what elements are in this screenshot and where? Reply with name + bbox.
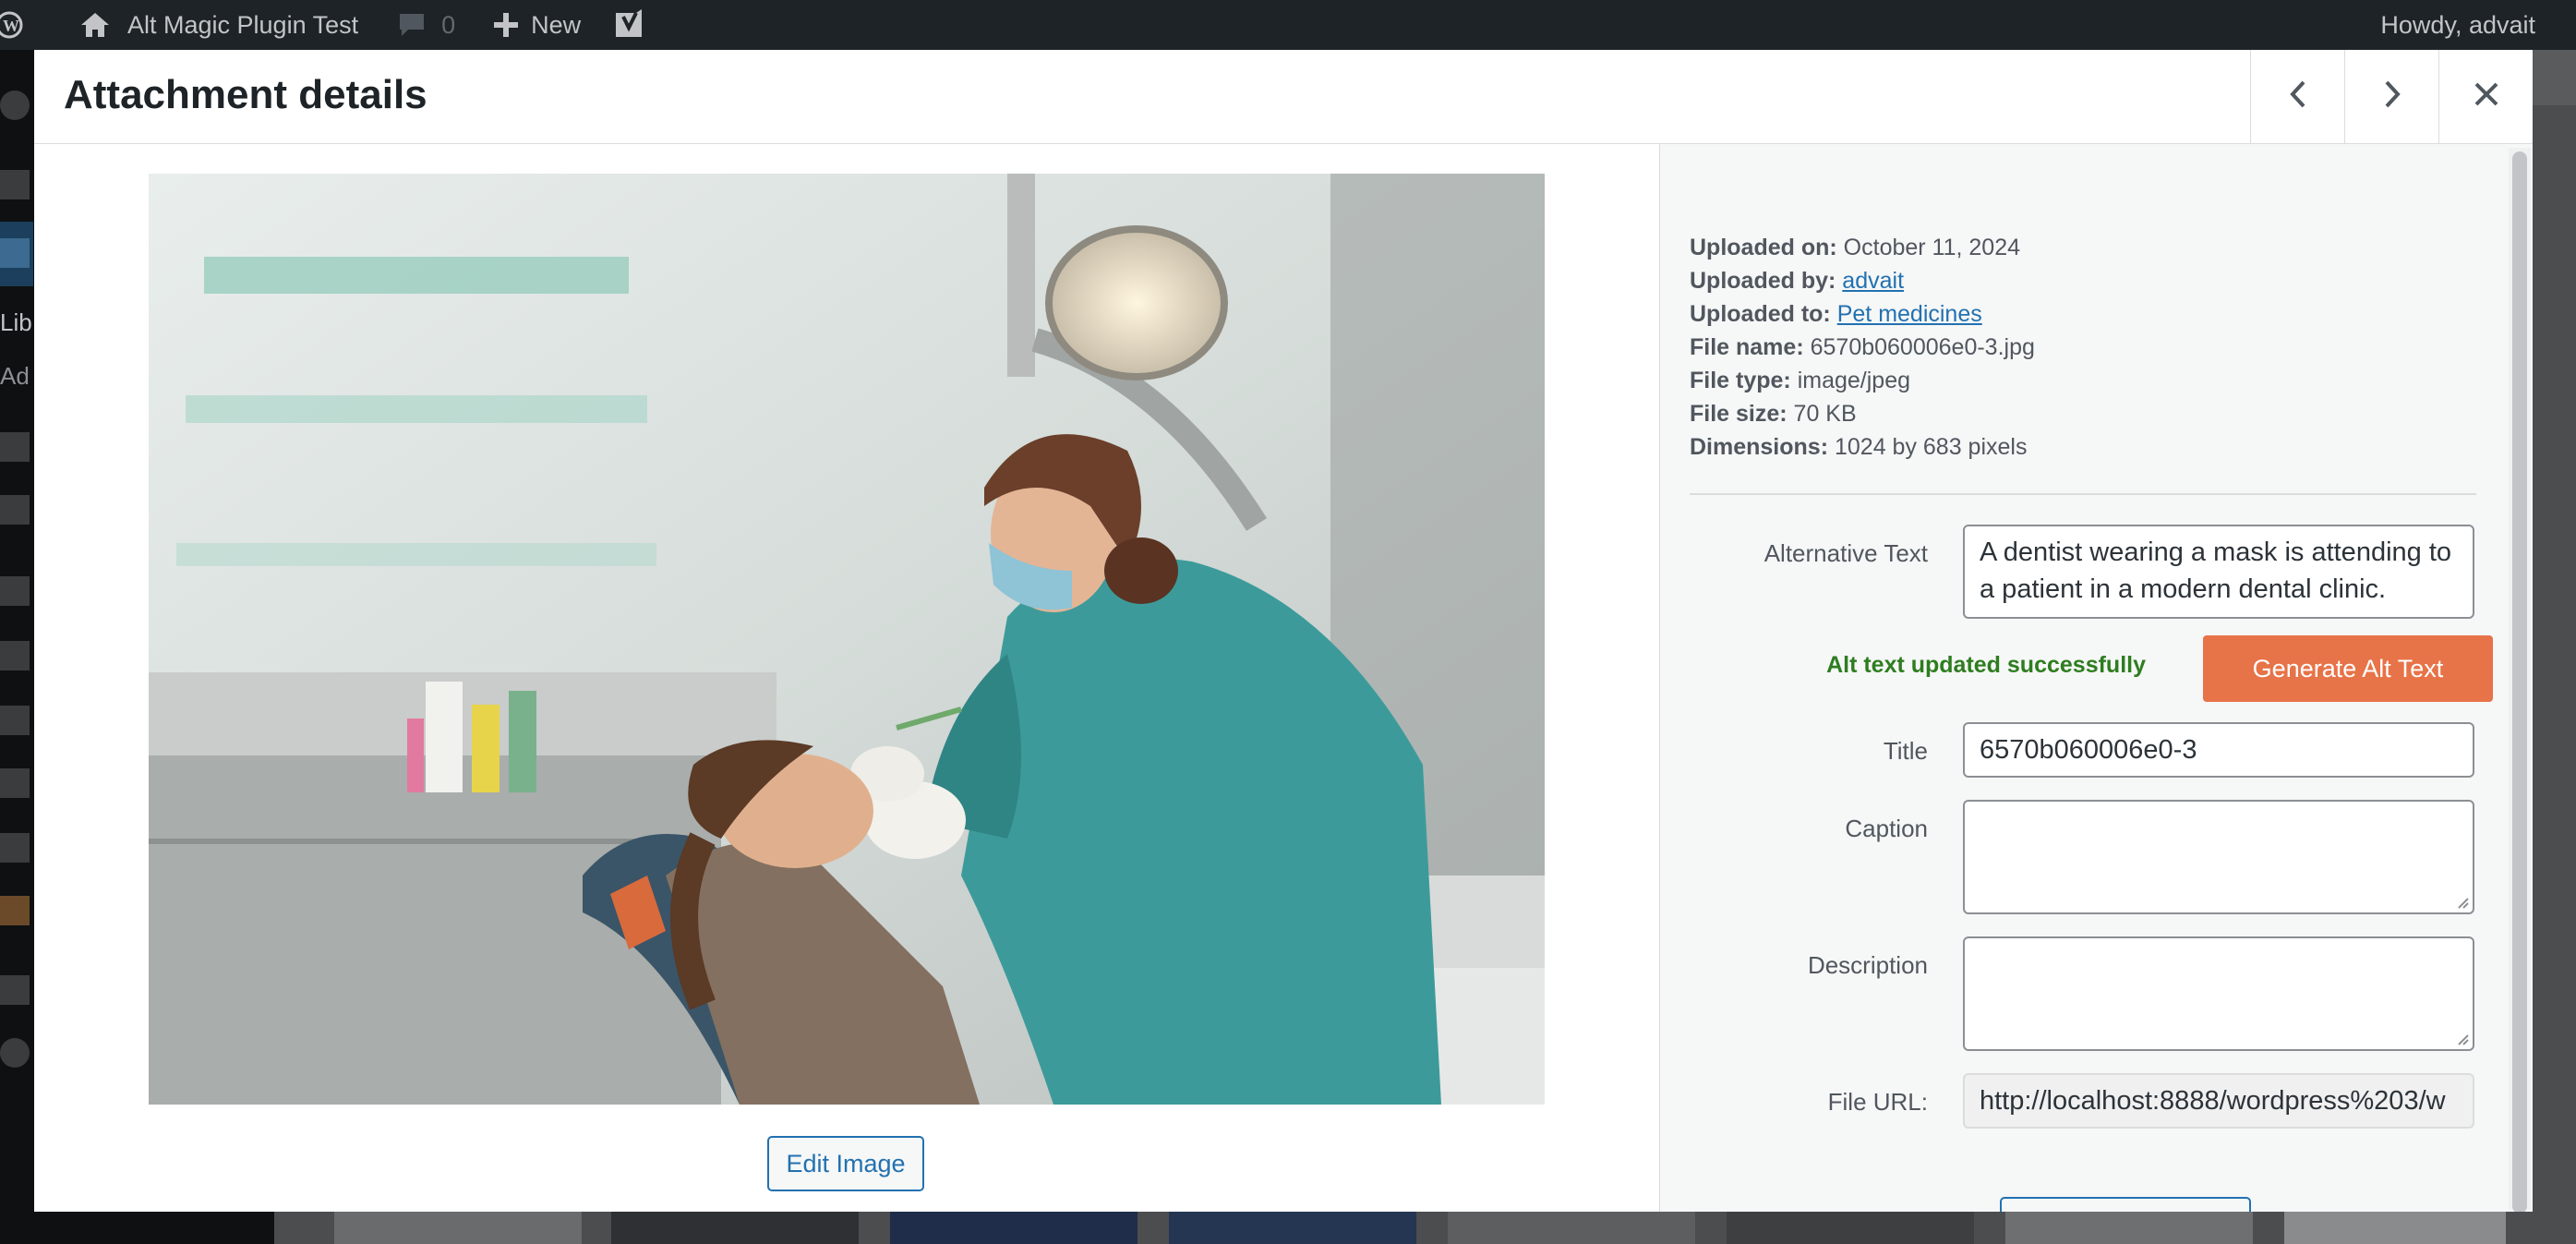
background-thumbnail	[2284, 1210, 2506, 1244]
home-icon	[79, 11, 111, 39]
pin-icon[interactable]	[0, 170, 30, 199]
alt-text-label: Alternative Text	[1763, 539, 1928, 567]
next-button[interactable]	[2344, 50, 2438, 143]
yoast-icon	[612, 9, 645, 41]
description-label: Description	[1807, 951, 1928, 979]
file-size-row: File size: 70 KB	[1690, 397, 2035, 430]
modal-header: Attachment details	[34, 50, 2533, 144]
uploaded-on-row: Uploaded on: October 11, 2024	[1690, 231, 2035, 264]
background-thumbnail	[2005, 1210, 2253, 1244]
title-label: Title	[1883, 737, 1928, 765]
copy-url-button[interactable]: Copy URL to clipboard	[2000, 1197, 2251, 1212]
background-thumbnail	[334, 1210, 582, 1244]
uploaded-to-label: Uploaded to:	[1690, 301, 1831, 327]
svg-text:W: W	[3, 17, 19, 35]
background-thumbnail	[890, 1210, 1138, 1244]
file-size-value: 70 KB	[1793, 401, 1857, 427]
uploaded-by-label: Uploaded by:	[1690, 268, 1836, 294]
background-thumbnail	[1448, 1210, 1695, 1244]
title-field[interactable]: 6570b060006e0-3	[1963, 722, 2474, 778]
background-thumbnail	[1727, 1210, 1974, 1244]
comments-link[interactable]: 0	[384, 0, 468, 50]
close-icon	[2473, 80, 2500, 113]
generate-alt-text-button[interactable]: Generate Alt Text	[2203, 635, 2493, 702]
chevron-right-icon	[2381, 79, 2403, 115]
section-divider	[1690, 493, 2476, 495]
file-name-row: File name: 6570b060006e0-3.jpg	[1690, 331, 2035, 364]
file-size-label: File size:	[1690, 401, 1788, 427]
close-button[interactable]	[2438, 50, 2533, 143]
comments-icon[interactable]	[0, 495, 30, 525]
uploaded-by-row: Uploaded by: advait	[1690, 264, 2035, 297]
plus-icon	[494, 13, 519, 37]
modal-title: Attachment details	[64, 72, 427, 117]
scrollbar-thumb[interactable]	[2512, 151, 2527, 1212]
attachment-image	[149, 174, 1545, 1105]
uploaded-on-label: Uploaded on:	[1690, 235, 1837, 260]
collapse-menu-icon[interactable]	[0, 1038, 30, 1068]
resize-handle-icon[interactable]	[2456, 896, 2469, 909]
site-home-link[interactable]: Alt Magic Plugin Test	[42, 0, 371, 50]
new-content-link[interactable]: New	[481, 0, 594, 50]
yoast-sidebar-icon[interactable]	[0, 975, 30, 1005]
media-icon[interactable]	[0, 238, 30, 268]
file-url-field[interactable]: http://localhost:8888/wordpress%203/w	[1963, 1073, 2474, 1129]
uploaded-to-link[interactable]: Pet medicines	[1837, 301, 1982, 327]
file-url-label: File URL:	[1827, 1088, 1928, 1116]
appearance-icon[interactable]	[0, 576, 30, 606]
settings-icon[interactable]	[0, 833, 30, 863]
uploaded-by-link[interactable]: advait	[1842, 268, 1904, 294]
wordpress-logo-icon[interactable]: W	[0, 0, 42, 50]
caption-field[interactable]	[1963, 800, 2474, 914]
plugin-icon[interactable]	[0, 896, 30, 925]
file-name-label: File name:	[1690, 334, 1804, 360]
previous-button[interactable]	[2250, 50, 2344, 143]
site-name: Alt Magic Plugin Test	[127, 10, 359, 39]
sidebar-item-library[interactable]: Lib	[0, 308, 32, 337]
resize-handle-icon[interactable]	[2456, 1033, 2469, 1045]
pages-icon[interactable]	[0, 432, 30, 462]
file-type-row: File type: image/jpeg	[1690, 364, 2035, 397]
plugins-icon[interactable]	[0, 641, 30, 670]
uploaded-on-value: October 11, 2024	[1843, 235, 2021, 260]
file-details: Uploaded on: October 11, 2024 Uploaded b…	[1690, 231, 2035, 464]
comment-bubble-icon	[397, 11, 427, 39]
attachment-info-panel: Uploaded on: October 11, 2024 Uploaded b…	[1659, 144, 2533, 1212]
details-scrollbar[interactable]	[2509, 148, 2531, 1212]
comments-count: 0	[441, 10, 456, 39]
background-thumbnail	[611, 1210, 859, 1244]
attachment-details-modal: Attachment details Edit Image Uploaded o…	[34, 50, 2533, 1212]
alt-text-success-message: Alt text updated successfully	[1826, 652, 2146, 678]
yoast-menu[interactable]	[599, 0, 658, 50]
admin-bar: W Alt Magic Plugin Test 0 New Howdy, adv…	[0, 0, 2576, 50]
background-thumbnail	[1169, 1210, 1416, 1244]
my-account[interactable]: Howdy, advait	[2380, 0, 2535, 50]
users-icon[interactable]	[0, 706, 30, 735]
uploaded-to-row: Uploaded to: Pet medicines	[1690, 297, 2035, 331]
alt-text-field[interactable]: A dentist wearing a mask is attending to…	[1963, 525, 2474, 619]
edit-image-button[interactable]: Edit Image	[767, 1136, 924, 1191]
tools-icon[interactable]	[0, 768, 30, 798]
attachment-media-view: Edit Image	[34, 144, 1659, 1212]
dimensions-value: 1024 by 683 pixels	[1834, 434, 2028, 460]
dimensions-label: Dimensions:	[1690, 434, 1829, 460]
chevron-left-icon	[2287, 79, 2309, 115]
greeting: Howdy, advait	[2380, 10, 2535, 39]
new-label: New	[531, 10, 582, 39]
description-field[interactable]	[1963, 936, 2474, 1051]
dashboard-icon[interactable]	[0, 91, 30, 120]
caption-label: Caption	[1845, 815, 1928, 842]
file-name-value: 6570b060006e0-3.jpg	[1810, 334, 2035, 360]
file-type-label: File type:	[1690, 368, 1791, 393]
file-type-value: image/jpeg	[1797, 368, 1911, 393]
sidebar-item-add[interactable]: Ad	[0, 362, 30, 391]
dimensions-row: Dimensions: 1024 by 683 pixels	[1690, 430, 2035, 464]
